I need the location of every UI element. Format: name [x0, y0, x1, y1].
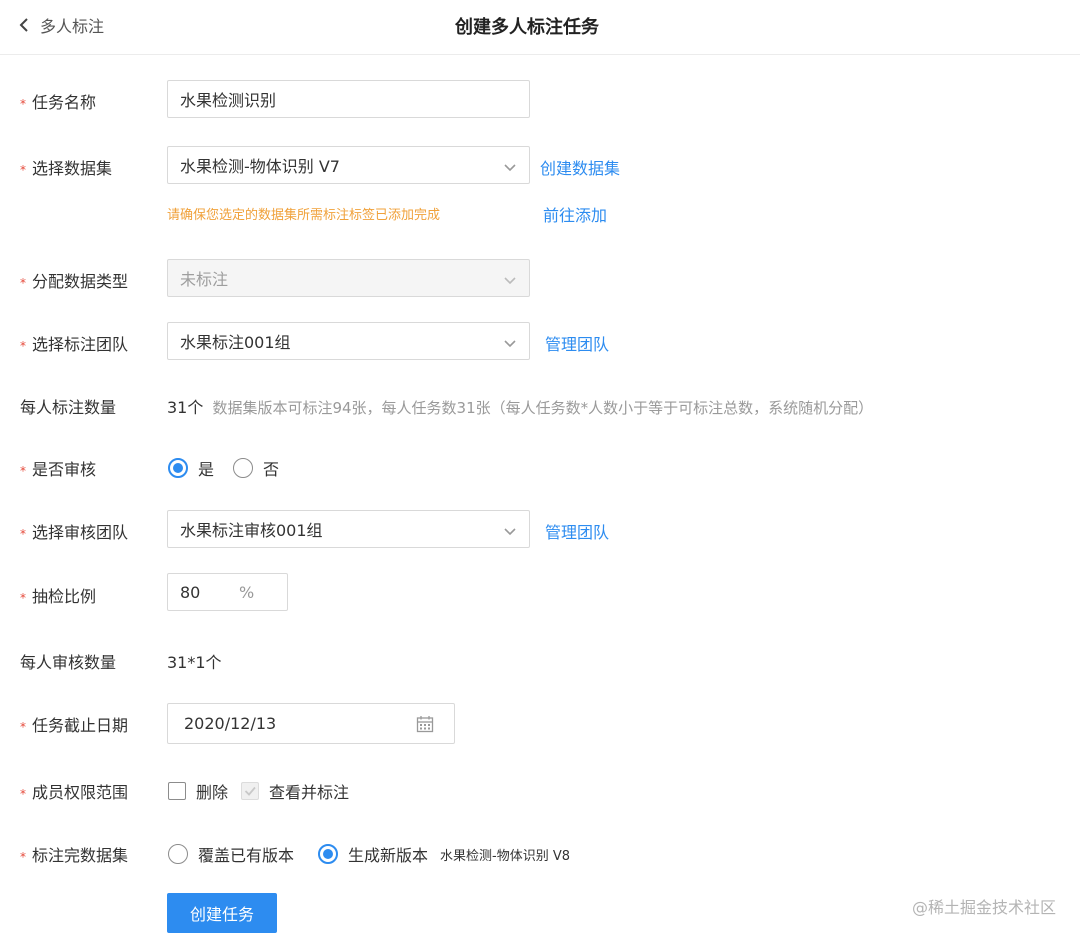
- chevron-down-icon: [503, 159, 517, 178]
- review-team-value: 水果标注审核001组: [180, 521, 323, 540]
- label-team-label: * 选择标注团队: [20, 335, 129, 354]
- review-count-value: 31*1个: [167, 653, 222, 672]
- checkbox-unchecked-icon: [168, 782, 186, 800]
- checkbox-checked-disabled-icon: [241, 782, 259, 800]
- task-name-value: 水果检测识别: [180, 91, 277, 110]
- overwrite-version-label: 覆盖已有版本: [198, 846, 295, 865]
- data-type-value: 未标注: [180, 270, 229, 289]
- review-team-label: * 选择审核团队: [20, 523, 129, 542]
- deadline-date-picker[interactable]: 2020/12/13: [167, 703, 455, 744]
- radio-unchecked-icon: [233, 458, 253, 478]
- chevron-down-icon: [503, 523, 517, 542]
- radio-unchecked-icon: [168, 844, 188, 864]
- required-mark: *: [20, 526, 26, 541]
- review-yes-label: 是: [198, 460, 215, 479]
- per-person-count: 31个: [167, 398, 204, 417]
- label-team-select[interactable]: 水果标注001组: [167, 322, 530, 360]
- delete-label: 删除: [196, 783, 229, 802]
- page-title: 创建多人标注任务: [455, 17, 599, 38]
- new-version-label: 生成新版本: [348, 846, 429, 865]
- dataset-hint: 请确保您选定的数据集所需标注标签已添加完成: [167, 208, 441, 223]
- review-no-radio[interactable]: 否: [233, 456, 279, 480]
- required-mark: *: [20, 463, 26, 478]
- required-mark: *: [20, 719, 26, 734]
- delete-checkbox[interactable]: 删除: [168, 779, 228, 803]
- sampling-label: * 抽检比例: [20, 587, 97, 606]
- calendar-icon[interactable]: [416, 715, 434, 737]
- required-mark: *: [20, 786, 26, 801]
- review-no-label: 否: [263, 460, 280, 479]
- chevron-down-icon: [503, 272, 517, 291]
- view-and-label-checkbox: 查看并标注: [241, 779, 349, 803]
- review-count-label: 每人审核数量: [20, 653, 117, 672]
- review-team-select[interactable]: 水果标注审核001组: [167, 510, 530, 548]
- chevron-down-icon: [503, 335, 517, 354]
- dataset-select[interactable]: 水果检测-物体识别 V7: [167, 146, 530, 184]
- data-type-label: * 分配数据类型: [20, 272, 129, 291]
- required-mark: *: [20, 338, 26, 353]
- radio-checked-icon: [168, 458, 188, 478]
- required-mark: *: [20, 849, 26, 864]
- new-version-radio[interactable]: 生成新版本 水果检测-物体识别 V8: [318, 842, 570, 866]
- deadline-value: 2020/12/13: [184, 714, 277, 733]
- per-person-note: 数据集版本可标注94张，每人任务数31张（每人任务数*人数小于等于可标注总数，系…: [212, 399, 874, 417]
- manage-review-team-link[interactable]: 管理团队: [545, 519, 609, 543]
- watermark: @稀土掘金技术社区: [911, 898, 1056, 917]
- new-version-name: 水果检测-物体识别 V8: [440, 848, 571, 864]
- percent-unit: %: [239, 582, 255, 602]
- view-and-label-label: 查看并标注: [269, 783, 350, 802]
- create-dataset-link[interactable]: 创建数据集: [540, 155, 620, 179]
- radio-checked-icon: [318, 844, 338, 864]
- required-mark: *: [20, 275, 26, 290]
- dataset-label: * 选择数据集: [20, 159, 113, 178]
- required-mark: *: [20, 162, 26, 177]
- data-type-select: 未标注: [167, 259, 530, 297]
- label-team-value: 水果标注001组: [180, 333, 291, 352]
- overwrite-version-radio[interactable]: 覆盖已有版本: [168, 842, 294, 866]
- deadline-label: * 任务截止日期: [20, 716, 129, 735]
- required-mark: *: [20, 96, 26, 111]
- sampling-input[interactable]: 80 %: [167, 573, 288, 611]
- top-bar: 多人标注 创建多人标注任务: [0, 0, 1080, 55]
- dataset-select-value: 水果检测-物体识别 V7: [180, 157, 340, 176]
- output-label: * 标注完数据集: [20, 846, 129, 865]
- required-mark: *: [20, 590, 26, 605]
- review-label: * 是否审核: [20, 460, 97, 479]
- per-person-label: 每人标注数量: [20, 398, 117, 417]
- per-person-value: 31个 数据集版本可标注94张，每人任务数31张（每人任务数*人数小于等于可标注…: [167, 394, 873, 418]
- task-name-label: * 任务名称: [20, 93, 97, 112]
- manage-label-team-link[interactable]: 管理团队: [545, 331, 609, 355]
- permissions-label: * 成员权限范围: [20, 783, 129, 802]
- task-name-input[interactable]: 水果检测识别: [167, 80, 530, 118]
- review-yes-radio[interactable]: 是: [168, 456, 214, 480]
- goto-add-link[interactable]: 前往添加: [543, 202, 607, 226]
- sampling-value: 80: [180, 582, 201, 602]
- create-task-button[interactable]: 创建任务: [167, 893, 277, 933]
